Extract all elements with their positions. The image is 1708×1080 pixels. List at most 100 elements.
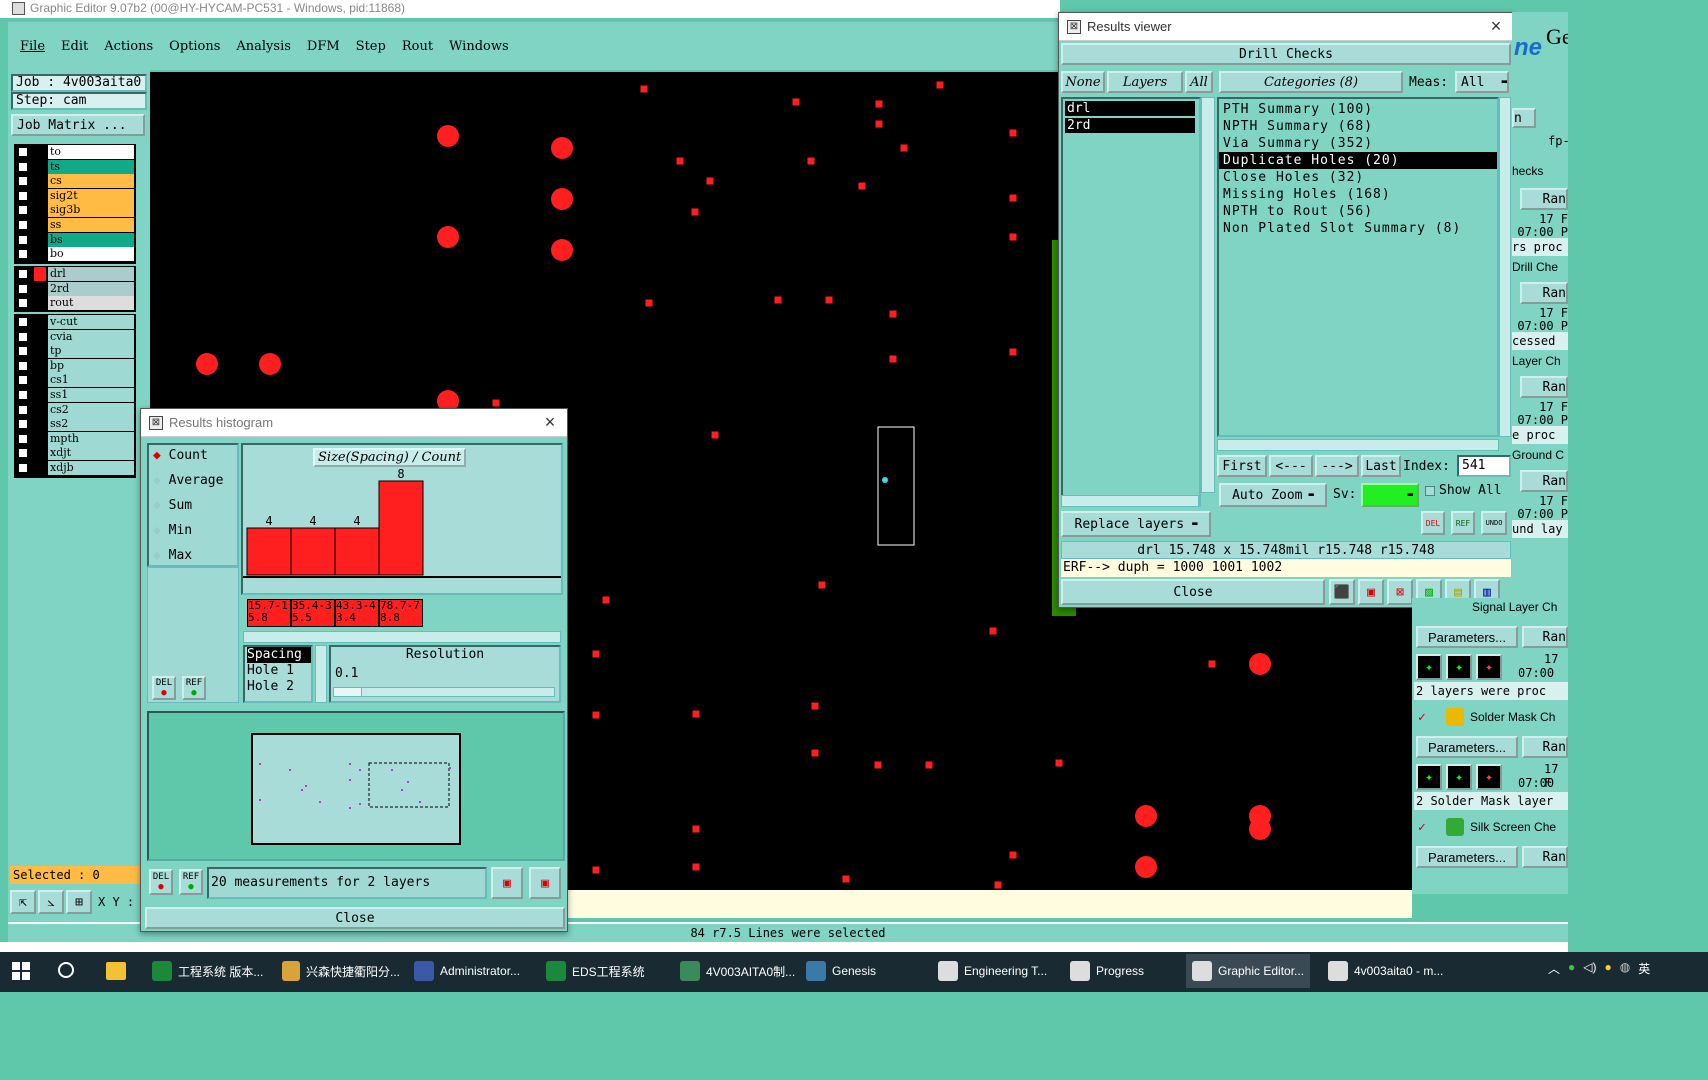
mode-option-sum[interactable]: ◆ Sum xyxy=(149,495,237,520)
undo-button[interactable]: UNDO xyxy=(1481,511,1507,535)
layer-checkbox[interactable] xyxy=(18,331,28,342)
layer-checkbox[interactable] xyxy=(18,176,28,187)
layer-row-cs2[interactable]: cs2 xyxy=(14,402,134,417)
layer-row-sig2t[interactable]: sig2t xyxy=(14,188,134,203)
layer-checkbox[interactable] xyxy=(18,346,28,357)
layer-row-tp[interactable]: tp xyxy=(14,344,134,359)
auto-zoom-select[interactable]: Auto Zoom ▬ xyxy=(1219,483,1327,507)
mode-option-count[interactable]: ◆ Count xyxy=(149,445,237,470)
category-item[interactable]: Non Plated Slot Summary (8) xyxy=(1219,220,1497,237)
category-item[interactable]: Via Summary (352) xyxy=(1219,135,1497,152)
run-button[interactable]: Ran xyxy=(1520,188,1568,210)
layer-checkbox[interactable] xyxy=(18,190,28,201)
report-icon[interactable]: ▣ xyxy=(1358,579,1384,605)
network-icon[interactable]: ◍ xyxy=(1620,960,1630,977)
layer-list-item[interactable]: 2rd xyxy=(1065,118,1195,133)
menu-edit[interactable]: Edit xyxy=(61,39,88,54)
category-item[interactable]: PTH Summary (100) xyxy=(1219,101,1497,118)
taskbar-item[interactable]: Graphic Editor... xyxy=(1186,954,1310,988)
del-button-bottom[interactable]: DEL ● xyxy=(149,869,173,895)
taskbar-item[interactable]: Engineering T... xyxy=(932,954,1056,988)
menu-analysis[interactable]: Analysis xyxy=(236,39,291,54)
cancel-icon[interactable]: ⊠ xyxy=(1387,579,1413,605)
layer-checkbox[interactable] xyxy=(18,220,28,230)
layer-checkbox[interactable] xyxy=(18,463,28,473)
menu-actions[interactable]: Actions xyxy=(104,39,153,54)
sv-select[interactable]: ▬ xyxy=(1361,483,1419,507)
layer-checkbox[interactable] xyxy=(18,433,28,444)
run-check-icon[interactable]: ✦ xyxy=(1416,764,1442,790)
none-button[interactable]: None xyxy=(1061,71,1105,93)
run-check-icon[interactable]: ✦ xyxy=(1446,764,1472,790)
layer-list-item[interactable]: drl xyxy=(1065,101,1195,116)
ime-icon[interactable]: ● xyxy=(1605,960,1612,977)
menu-file[interactable]: File xyxy=(20,39,45,54)
layer-row-v-cut[interactable]: v-cut xyxy=(14,315,134,329)
taskbar-item[interactable]: 4V003AITA0制... xyxy=(674,954,798,988)
export-icon[interactable]: ▣ xyxy=(491,867,523,899)
ref-button[interactable]: REF ● xyxy=(182,676,206,700)
category-item[interactable]: NPTH Summary (68) xyxy=(1219,118,1497,135)
run-check-icon[interactable]: ✦ xyxy=(1446,654,1472,680)
category-item[interactable]: Close Holes (32) xyxy=(1219,169,1497,186)
run-button[interactable]: Ran xyxy=(1522,626,1568,648)
run-check-icon[interactable]: ✦ xyxy=(1476,654,1502,680)
layer-checkbox[interactable] xyxy=(18,161,28,172)
mark-icon[interactable]: ⬛ xyxy=(1329,579,1355,605)
layer-row-ss2[interactable]: ss2 xyxy=(14,417,134,432)
run-check-icon[interactable]: ✦ xyxy=(1476,764,1502,790)
layer-checkbox[interactable] xyxy=(18,269,28,279)
layer-row-bp[interactable]: bp xyxy=(14,358,134,373)
menu-windows[interactable]: Windows xyxy=(449,39,509,54)
layer-checkbox[interactable] xyxy=(18,375,28,386)
layer-checkbox[interactable] xyxy=(18,234,28,245)
run-check-icon[interactable]: ✦ xyxy=(1416,654,1442,680)
layer-row-mpth[interactable]: mpth xyxy=(14,431,134,446)
run-button[interactable]: Ran xyxy=(1520,282,1568,304)
layer-checkbox[interactable] xyxy=(18,147,28,157)
category-item[interactable]: Duplicate Holes (20) xyxy=(1219,152,1497,169)
spacing-scrollbar[interactable] xyxy=(315,645,327,703)
menu-options[interactable]: Options xyxy=(169,39,220,54)
layer-row-2rd[interactable]: 2rd xyxy=(14,281,134,296)
layer-row-ts[interactable]: ts xyxy=(14,159,134,174)
language-indicator[interactable]: 英 xyxy=(1638,960,1650,977)
layer-checkbox[interactable] xyxy=(18,205,28,216)
layer-list-box[interactable]: drl 2rd xyxy=(1061,97,1201,507)
layer-checkbox[interactable] xyxy=(18,360,28,371)
taskbar-item[interactable]: 兴森快捷衢阳分... xyxy=(276,954,400,988)
hole-2-item[interactable]: Hole 2 xyxy=(247,679,311,695)
layer-row-rout[interactable]: rout xyxy=(14,296,134,311)
taskbar-item[interactable]: 工程系统 版本... xyxy=(146,954,270,988)
wechat-icon[interactable]: ● xyxy=(1568,960,1575,977)
run-button[interactable]: Ran xyxy=(1522,846,1568,868)
layer-row-cs1[interactable]: cs1 xyxy=(14,373,134,388)
file-explorer-icon[interactable] xyxy=(106,962,126,980)
first-button[interactable]: First xyxy=(1217,455,1267,477)
layer-row-to[interactable]: to xyxy=(14,145,134,159)
meas-select[interactable]: All ▬ xyxy=(1455,71,1509,93)
replace-layers-button[interactable]: Replace layers ▬ xyxy=(1061,511,1211,537)
parameters-button[interactable]: Parameters... xyxy=(1416,736,1518,758)
layer-row-drl[interactable]: drl xyxy=(14,267,134,281)
mode-option-average[interactable]: ◆ Average xyxy=(149,470,237,495)
chart-scrollbar[interactable] xyxy=(243,631,561,643)
spacing-list[interactable]: Spacing Hole 1 Hole 2 xyxy=(243,645,313,703)
layer-checkbox[interactable] xyxy=(18,404,28,415)
ref-button-bottom[interactable]: REF ● xyxy=(179,869,203,895)
import-icon[interactable]: ▣ xyxy=(529,867,561,899)
layer-checkbox[interactable] xyxy=(18,317,28,327)
layer-row-ss1[interactable]: ss1 xyxy=(14,388,134,402)
taskbar-item[interactable]: EDS工程系统 xyxy=(540,954,664,988)
menu-step[interactable]: Step xyxy=(356,39,386,54)
job-matrix-button[interactable]: Job Matrix ... xyxy=(11,114,145,136)
layer-checkbox[interactable] xyxy=(18,390,28,400)
layer-row-bo[interactable]: bo xyxy=(14,247,134,262)
layer-row-bs[interactable]: bs xyxy=(14,232,134,247)
run-button[interactable]: n xyxy=(1512,108,1536,128)
resolution-slider[interactable] xyxy=(333,687,555,697)
del-button[interactable]: DEL xyxy=(1421,511,1445,535)
category-hscroll[interactable] xyxy=(1217,439,1499,451)
all-button[interactable]: All xyxy=(1185,71,1213,93)
layer-row-sig3b[interactable]: sig3b xyxy=(14,203,134,218)
